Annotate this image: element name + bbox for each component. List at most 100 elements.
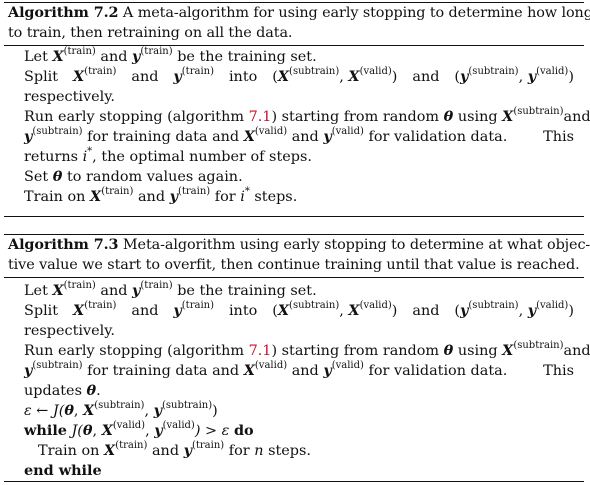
matrix-x: X: [83, 402, 95, 419]
superscript: (subtrain): [468, 300, 519, 312]
superscript: (train): [191, 440, 225, 452]
matrix-x: X: [502, 342, 514, 359]
caption-text: tive value we start to overfit, then con…: [8, 257, 580, 273]
text: and: [412, 69, 440, 85]
vector-y: y: [173, 302, 182, 319]
superscript: (train): [63, 46, 96, 58]
text: updates: [24, 383, 82, 399]
comma: ,: [73, 403, 84, 419]
superscript: (train): [177, 186, 211, 198]
step-train: Train on X(train) and y(train) for n ste…: [24, 441, 574, 461]
text: Let: [24, 283, 48, 299]
caption-text: A meta-algorithm for using early stoppin…: [122, 5, 590, 21]
text: for: [214, 189, 236, 205]
caption-line: Algorithm 7.3 Meta-algorithm using early…: [8, 235, 590, 255]
step-end-while: end while: [24, 461, 574, 481]
step-run: Run early stopping (algorithm 7.1) start…: [24, 341, 590, 361]
superscript: (valid): [536, 300, 569, 312]
math-group: (X(subtrain), X(valid)): [272, 67, 397, 87]
algorithm-7-2-box: Algorithm 7.2 A meta-algorithm for using…: [4, 2, 590, 217]
math-group: X(train): [73, 301, 116, 321]
text-group: y(subtrain) for training data and X(vali…: [24, 127, 507, 147]
text: and: [131, 303, 159, 319]
superscript: (subtrain): [161, 400, 213, 412]
algorithm-reference-link[interactable]: 7.1: [249, 343, 272, 359]
text: Split: [24, 303, 59, 319]
algorithm-7-3-caption: Algorithm 7.3 Meta-algorithm using early…: [4, 235, 590, 278]
text: into: [228, 69, 258, 85]
text: and: [100, 49, 128, 65]
vector-y: y: [183, 442, 192, 459]
step-train: Train on X(train) and y(train) for i* st…: [24, 187, 574, 207]
step-let: Let X(train) and y(train) be the trainin…: [24, 47, 574, 67]
step-set: Set θ to random values again.: [24, 167, 574, 187]
superscript: (train): [84, 300, 117, 312]
superscript: (subtrain): [32, 360, 83, 372]
math-group: (y(subtrain), y(valid)): [454, 67, 574, 87]
text: Run early stopping (algorithm: [24, 109, 244, 125]
step-split: Split X(train) and y(train) into (X(subtrain)…: [24, 67, 574, 87]
superscript: (train): [84, 66, 117, 78]
caption-line: to train, then retraining on all the dat…: [8, 23, 580, 43]
text: Let: [24, 49, 48, 65]
text: and: [131, 69, 159, 85]
paren: ): [568, 69, 574, 85]
matrix-x: X: [502, 108, 514, 125]
theta-symbol: θ: [52, 168, 63, 185]
text: ) starting from random: [271, 343, 440, 359]
text-group: Run early stopping (algorithm 7.1) start…: [24, 341, 564, 361]
text: using: [457, 109, 498, 125]
text: steps.: [268, 443, 311, 459]
theta-symbol: θ: [82, 422, 93, 439]
theta-symbol: θ: [443, 342, 454, 359]
math-group: (y(subtrain), y(valid)): [454, 301, 574, 321]
superscript: *: [244, 186, 250, 198]
matrix-x: X: [348, 68, 360, 85]
text: This: [543, 129, 574, 145]
step-run-cont: y(subtrain) for training data and X(vali…: [24, 361, 574, 381]
text: for training data and: [87, 363, 240, 379]
step-returns: returns i*, the optimal number of steps.: [24, 147, 574, 167]
matrix-x: X: [243, 128, 255, 145]
vector-y: y: [173, 68, 182, 85]
end-while-keyword: end while: [24, 462, 102, 479]
algorithm-reference-link[interactable]: 7.1: [249, 109, 272, 125]
algorithm-label: Algorithm 7.3: [8, 236, 119, 253]
theta-symbol: θ: [443, 108, 454, 125]
comma: ,: [518, 69, 528, 85]
text: respectively.: [24, 323, 115, 339]
matrix-x: X: [90, 188, 102, 205]
text-group: y(subtrain) for training data and X(vali…: [24, 361, 507, 381]
objective-function: J(: [71, 423, 83, 439]
text: respectively.: [24, 89, 115, 105]
step-run-cont: y(subtrain) for training data and X(vali…: [24, 127, 574, 147]
algorithm-label: Algorithm 7.2: [8, 4, 119, 21]
matrix-x: X: [101, 422, 113, 439]
vector-y: y: [527, 302, 537, 319]
step-split: Split X(train) and y(train) into (X(subtrain)…: [24, 301, 574, 321]
superscript: (valid): [536, 66, 569, 78]
text: and: [100, 283, 128, 299]
vector-y: y: [323, 362, 332, 379]
theta-symbol: θ: [64, 402, 74, 419]
vector-y: y: [169, 188, 178, 205]
algorithm-7-2-steps: Let X(train) and y(train) be the trainin…: [4, 47, 590, 207]
do-keyword: do: [233, 422, 254, 439]
superscript: (valid): [359, 300, 392, 312]
superscript: (subtrain): [513, 340, 564, 352]
step-split-cont: respectively.: [24, 87, 574, 107]
text: returns: [24, 149, 78, 165]
superscript: (subtrain): [94, 400, 145, 412]
vector-y: y: [153, 402, 162, 419]
text-group: Run early stopping (algorithm 7.1) start…: [24, 107, 564, 127]
step-epsilon-assign: ε ← J(θ, X(subtrain), y(subtrain)): [24, 401, 574, 421]
comma: ,: [518, 303, 528, 319]
text: using: [457, 343, 498, 359]
vector-y: y: [154, 422, 163, 439]
step-updates: updates θ.: [24, 381, 574, 401]
theta-symbol: θ: [86, 382, 97, 399]
vector-y: y: [527, 68, 537, 85]
comma: ,: [92, 423, 102, 439]
text: ) starting from random: [271, 109, 440, 125]
text: Train on: [24, 189, 86, 205]
